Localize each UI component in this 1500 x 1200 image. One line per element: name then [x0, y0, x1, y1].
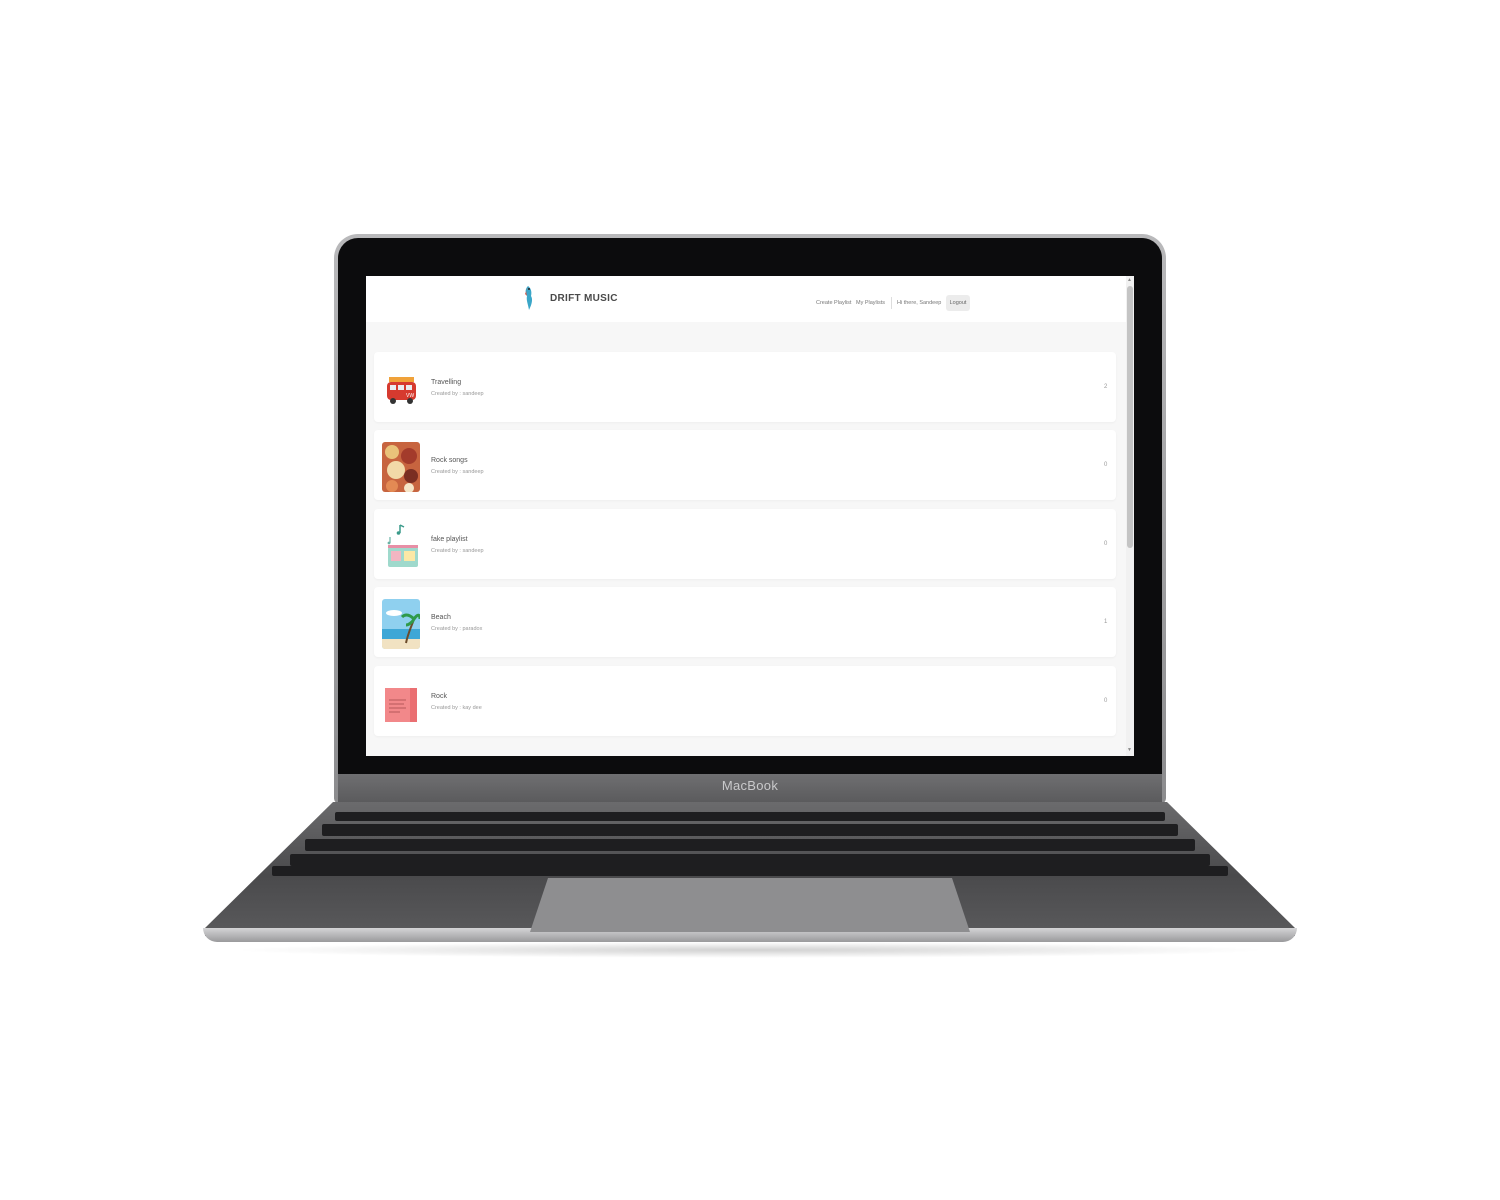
keyboard-row — [322, 824, 1178, 836]
laptop-shadow — [230, 942, 1270, 958]
keyboard-row — [272, 866, 1228, 876]
scrollbar-thumb[interactable] — [1127, 286, 1133, 548]
beach-thumbnail — [382, 599, 420, 649]
playlist-card[interactable]: fake playlist Created by : sandeep 0 — [374, 509, 1116, 579]
keyboard-row — [305, 839, 1195, 851]
nav-divider — [891, 297, 892, 309]
app-screen: DRIFT MUSIC Create Playlist My Playlists… — [366, 276, 1134, 756]
logout-button[interactable]: Logout — [946, 295, 970, 311]
trackpad — [530, 878, 970, 932]
app-title[interactable]: DRIFT MUSIC — [550, 293, 618, 304]
playlist-card[interactable]: Rock Created by : kay dee 0 — [374, 666, 1116, 736]
keyboard-row — [335, 812, 1165, 821]
bird-logo-icon — [525, 286, 533, 310]
playlist-name[interactable]: Travelling — [431, 379, 461, 386]
playlist-name[interactable]: Rock songs — [431, 457, 468, 464]
nav-my-playlists-link[interactable]: My Playlists — [856, 300, 885, 306]
playlist-song-count: 0 — [1104, 698, 1108, 704]
keyboard-row — [290, 854, 1210, 866]
playlist-song-count: 0 — [1104, 462, 1108, 468]
playlist-creator: Created by : kay dee — [431, 705, 482, 711]
playlist-card[interactable]: Rock songs Created by : sandeep 0 — [374, 430, 1116, 500]
playlist-card[interactable]: VW Travelling Created by : sandeep 2 — [374, 352, 1116, 422]
food-collage-thumbnail — [382, 442, 420, 492]
scroll-up-arrow-icon[interactable]: ▲ — [1127, 277, 1132, 283]
svg-text:VW: VW — [406, 393, 414, 399]
playlist-name[interactable]: Rock — [431, 693, 447, 700]
red-van-thumbnail: VW — [382, 364, 420, 414]
playlist-creator: Created by : sandeep — [431, 548, 484, 554]
playlist-creator: Created by : sandeep — [431, 469, 484, 475]
playlist-creator: Created by : paradox — [431, 626, 483, 632]
playlist-song-count: 0 — [1104, 541, 1108, 547]
playlist-name[interactable]: Beach — [431, 614, 451, 621]
user-greeting: Hi there, Sandeep — [897, 300, 942, 306]
playlist-card[interactable]: Beach Created by : paradox 1 — [374, 587, 1116, 657]
pink-book-thumbnail — [382, 678, 420, 728]
scroll-down-arrow-icon[interactable]: ▼ — [1127, 747, 1132, 753]
top-navbar: DRIFT MUSIC Create Playlist My Playlists… — [366, 276, 1126, 322]
playlist-name[interactable]: fake playlist — [431, 536, 468, 543]
radio-music-thumbnail — [382, 521, 420, 571]
nav-create-playlist-link[interactable]: Create Playlist — [816, 300, 851, 306]
laptop-brand-label: MacBook — [721, 778, 779, 793]
playlist-creator: Created by : sandeep — [431, 391, 484, 397]
playlist-song-count: 2 — [1104, 384, 1108, 390]
playlist-song-count: 1 — [1104, 619, 1108, 625]
